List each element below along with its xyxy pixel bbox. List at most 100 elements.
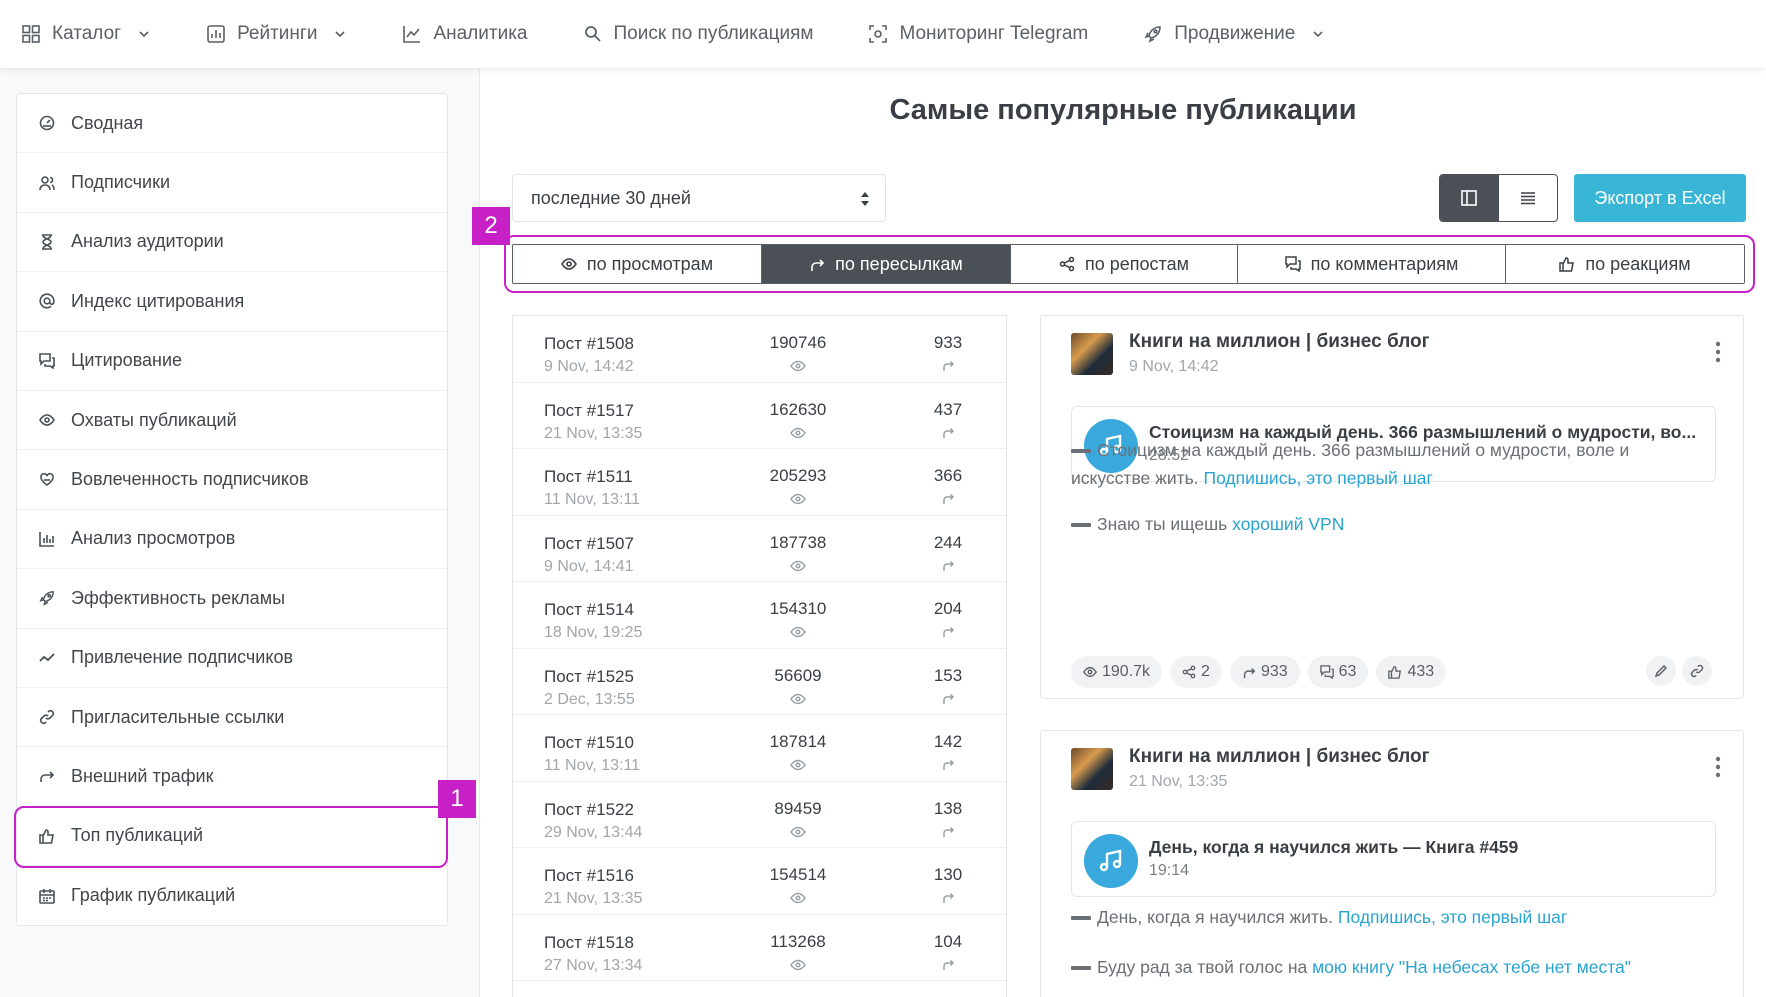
nav-telegram-monitoring[interactable]: Мониторинг Telegram (867, 23, 1088, 45)
hourglass-icon (37, 232, 57, 252)
post-title: Пост #1522 (544, 799, 634, 819)
eye-icon (790, 959, 806, 970)
link-icon (37, 707, 57, 727)
sidebar-item-label: Сводная (71, 112, 144, 133)
sidebar-item-audience[interactable]: Анализ аудитории (17, 213, 447, 273)
post-row[interactable]: Пост #1510 11 Nov, 13:11 187814 142 (513, 715, 1006, 782)
sidebar-item-external-traffic[interactable]: Внешний трафик (17, 747, 447, 807)
post-title: Пост #1510 (544, 733, 634, 752)
post-views: 190746 (769, 333, 827, 352)
edit-button[interactable] (1646, 656, 1676, 686)
chevron-down-icon (139, 31, 149, 38)
sidebar-item-label: Внешний трафик (71, 765, 214, 786)
share-icon (1182, 665, 1196, 679)
nav-search-label: Поиск по публикациям (613, 23, 814, 44)
copy-link-button[interactable] (1682, 656, 1712, 686)
channel-name[interactable]: Книги на миллион | бизнес блог (1129, 331, 1430, 353)
line-chart-icon (401, 23, 423, 45)
sidebar-item-engagement[interactable]: Вовлеченность подписчиков (17, 450, 447, 510)
post-row[interactable]: Пост #1508 9 Nov, 14:42 190746 933 (513, 316, 1006, 383)
forward-arrow-icon (1243, 668, 1256, 679)
sidebar-item-acquisition[interactable]: Привлечение подписчиков (17, 629, 447, 688)
post-date: 11 Nov, 13:11 (544, 491, 641, 508)
eye-icon (790, 360, 806, 372)
chevron-down-icon (335, 31, 346, 38)
sidebar-item-citation-index[interactable]: Индекс цитирования (17, 272, 447, 332)
audio-duration: 19:14 (1149, 862, 1190, 879)
eye-icon (790, 560, 806, 571)
highlight-frame-2 (504, 235, 1755, 293)
post-row[interactable]: Пост #1517 21 Nov, 13:35 162630 437 (513, 383, 1006, 449)
more-options-icon[interactable] (1715, 340, 1721, 364)
sidebar-item-subscribers[interactable]: Подписчики (17, 153, 447, 213)
nav-search-publications[interactable]: Поиск по публикациям (582, 23, 814, 45)
sidebar-item-views-analysis[interactable]: Анализ просмотров (17, 510, 447, 570)
post-paragraph: Знаю ты ищешь (1097, 514, 1233, 534)
post-row[interactable]: Пост #1514 18 Nov, 19:25 154310 204 (513, 582, 1006, 649)
forward-arrow-icon (943, 560, 955, 571)
list-icon (1520, 192, 1535, 205)
top-navigation: Каталог Рейтинги Аналитика Поиск по публ… (0, 0, 1766, 68)
nav-analytics[interactable]: Аналитика (401, 23, 528, 45)
nav-ratings[interactable]: Рейтинги (205, 23, 347, 45)
list-view-button[interactable] (1499, 175, 1558, 221)
post-row[interactable]: Пост #1525 2 Dec, 13:55 56609 153 (513, 649, 1006, 715)
post-forwards: 153 (933, 665, 963, 685)
sidebar-item-citation[interactable]: Цитирование (17, 332, 447, 391)
subscribe-link[interactable]: Подпишись, это первый шаг (1338, 907, 1567, 927)
forwards-stat: 933 (1229, 656, 1300, 688)
sidebar-item-label: Анализ просмотров (71, 528, 236, 549)
forward-arrow-icon (943, 693, 955, 704)
post-row[interactable]: Пост #1511 11 Nov, 13:11 205293 366 (513, 449, 1006, 516)
minus-emoji (1071, 916, 1091, 921)
eye-icon (790, 826, 806, 837)
eye-icon (790, 892, 806, 904)
audio-attachment: День, когда я научился жить — Книга #459… (1071, 821, 1716, 897)
forward-arrow-icon (943, 360, 955, 371)
post-date: 9 Nov, 14:41 (544, 557, 634, 575)
minus-emoji (1071, 449, 1091, 454)
post-text: Буду рад за твой голос на мою книгу "На … (1071, 953, 1691, 981)
chevron-down-icon (1313, 31, 1323, 38)
sidebar-item-invite-links[interactable]: Пригласительные ссылки (17, 688, 447, 748)
channel-name[interactable]: Книги на миллион | бизнес блог (1129, 746, 1430, 768)
post-row[interactable]: Пост #1522 29 Nov, 13:44 89459 138 (513, 782, 1006, 848)
forwards-count: 933 (1260, 663, 1288, 680)
sidebar-item-ad-efficiency[interactable]: Эффективность рекламы (17, 569, 447, 629)
nav-catalog[interactable]: Каталог (20, 23, 151, 45)
rocket-icon (37, 588, 57, 608)
post-date: 18 Nov, 19:25 (544, 624, 643, 641)
post-title: Пост #1516 (544, 866, 634, 885)
sidebar: Сводная Подписчики Анализ аудитории Инде… (16, 93, 448, 927)
post-row[interactable]: Пост #1518 27 Nov, 13:34 113268 104 (513, 915, 1006, 981)
forward-arrow-icon (37, 766, 57, 786)
sidebar-item-summary[interactable]: Сводная (17, 94, 447, 154)
annotation-badge-2: 2 (472, 207, 510, 245)
users-icon (37, 173, 57, 193)
post-date: 29 Nov, 13:44 (544, 823, 643, 841)
more-options-icon[interactable] (1715, 755, 1721, 779)
sidebar-item-reach[interactable]: Охваты публикаций (17, 391, 447, 451)
book-link[interactable]: мою книгу "На небесах тебе нет места" (1312, 957, 1631, 977)
forward-arrow-icon (943, 892, 955, 903)
rating-chart-icon (205, 23, 227, 45)
post-title: Пост #1518 (544, 932, 634, 952)
nav-promotion[interactable]: Продвижение (1142, 23, 1325, 45)
post-row[interactable]: Пост #1507 9 Nov, 14:41 187738 244 (513, 516, 1006, 582)
post-preview-card: Книги на миллион | бизнес блог 21 Nov, 1… (1040, 730, 1744, 997)
vpn-link[interactable]: хороший VPN (1232, 514, 1344, 534)
export-excel-button[interactable]: Экспорт в Excel (1574, 174, 1746, 222)
nav-catalog-label: Каталог (52, 23, 122, 44)
period-select[interactable]: последние 30 дней (512, 174, 886, 222)
post-title: Пост #1525 (544, 666, 634, 686)
post-views: 187814 (769, 732, 827, 751)
views-stat: 190.7k (1071, 656, 1163, 688)
sidebar-item-schedule[interactable]: График публикаций (17, 866, 447, 925)
sidebar-item-label: Вовлеченность подписчиков (71, 469, 309, 490)
audio-play-button[interactable] (1084, 834, 1138, 888)
split-view-button[interactable] (1440, 175, 1499, 221)
post-row[interactable]: Пост #1516 21 Nov, 13:35 154514 130 (513, 848, 1006, 915)
eye-icon (790, 493, 806, 505)
sidebar-item-label: Охваты публикаций (71, 409, 237, 430)
subscribe-link[interactable]: Подпишись, это первый шаг (1203, 468, 1432, 488)
